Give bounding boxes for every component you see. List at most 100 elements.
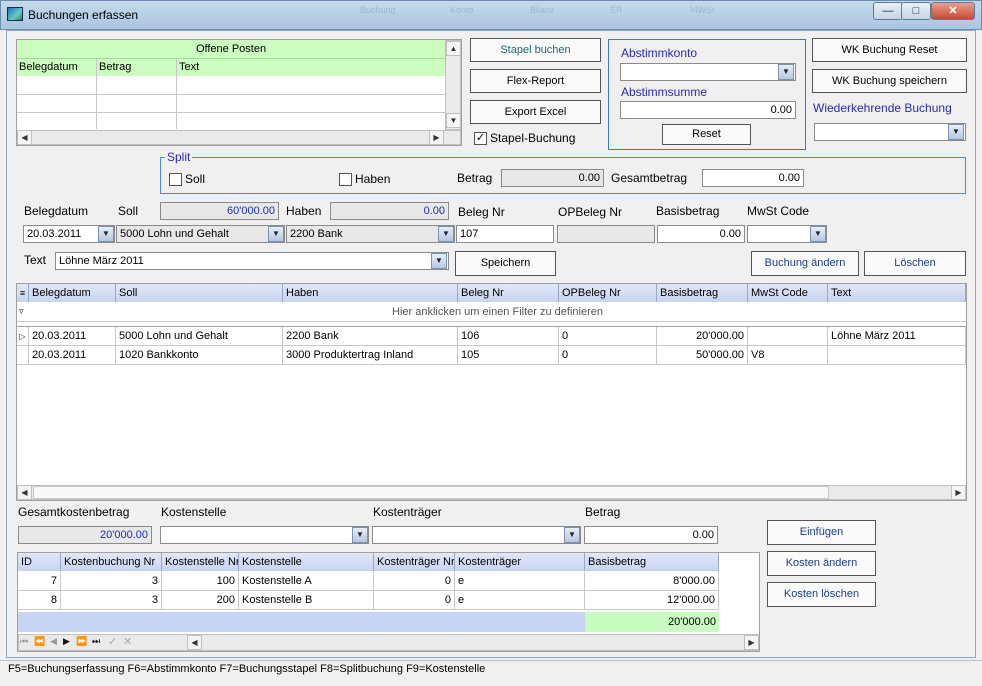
table-cell[interactable] bbox=[748, 327, 828, 346]
op-scroll-right-icon[interactable]: ▶ bbox=[429, 130, 444, 145]
kcol-kostenbuchung-nr[interactable]: Kostenbuchung Nr bbox=[61, 553, 162, 571]
col-mwst[interactable]: MwSt Code bbox=[748, 284, 828, 302]
kosten-loeschen-button[interactable]: Kosten löschen bbox=[767, 582, 876, 607]
kosten-aendern-button[interactable]: Kosten ändern bbox=[767, 551, 876, 576]
grid-menu-icon[interactable]: ≡ bbox=[17, 284, 29, 302]
row-indicator-icon[interactable]: ▷ bbox=[17, 327, 29, 346]
wk-save-button[interactable]: WK Buchung speichern bbox=[812, 69, 967, 93]
kcol-basisbetrag[interactable]: Basisbetrag bbox=[585, 553, 719, 571]
table-cell[interactable]: Kostenstelle B bbox=[239, 591, 374, 610]
table-cell[interactable]: 12'000.00 bbox=[585, 591, 719, 610]
table-cell[interactable]: 0 bbox=[559, 327, 657, 346]
filter-hint[interactable]: Hier anklicken um einen Filter zu defini… bbox=[29, 306, 966, 318]
stapel-buchung-checkbox[interactable]: ✓ bbox=[474, 132, 487, 145]
table-cell[interactable] bbox=[828, 346, 966, 365]
abstimmkonto-dropdown-icon[interactable]: ▼ bbox=[778, 64, 794, 80]
table-cell[interactable]: e bbox=[455, 591, 585, 610]
close-button[interactable]: ✕ bbox=[931, 2, 975, 20]
wk-select[interactable] bbox=[814, 123, 966, 141]
table-cell[interactable]: e bbox=[455, 572, 585, 591]
kostentraeger-select[interactable] bbox=[372, 526, 581, 544]
kcol-kostenstelle-nr[interactable]: Kostenstelle Nr bbox=[162, 553, 239, 571]
table-cell[interactable]: 3000 Produktertrag Inland bbox=[283, 346, 458, 365]
table-cell[interactable]: 5000 Lohn und Gehalt bbox=[116, 327, 283, 346]
grid-scroll-right-icon[interactable]: ▶ bbox=[951, 485, 966, 500]
op-hscrollbar[interactable] bbox=[17, 130, 461, 145]
op-scroll-up-icon[interactable]: ▲ bbox=[446, 41, 461, 56]
col-soll[interactable]: Soll bbox=[116, 284, 283, 302]
table-cell[interactable]: 100 bbox=[162, 572, 239, 591]
kcol-kostenstelle[interactable]: Kostenstelle bbox=[239, 553, 374, 571]
nav-cancel-icon[interactable]: ✕ bbox=[123, 635, 132, 648]
kcol-kostentraeger-nr[interactable]: Kostenträger Nr bbox=[374, 553, 455, 571]
col-belegdatum[interactable]: Belegdatum bbox=[29, 284, 116, 302]
soll-dropdown-icon[interactable]: ▼ bbox=[268, 226, 284, 242]
table-cell[interactable]: 0 bbox=[559, 346, 657, 365]
row-indicator[interactable] bbox=[17, 346, 29, 365]
table-cell[interactable]: 200 bbox=[162, 591, 239, 610]
table-cell[interactable]: 20'000.00 bbox=[657, 327, 748, 346]
haben-select[interactable]: 2200 Bank bbox=[286, 225, 455, 243]
table-cell[interactable]: Löhne März 2011 bbox=[828, 327, 966, 346]
table-cell[interactable]: 3 bbox=[61, 591, 162, 610]
filter-icon[interactable]: ▿ bbox=[19, 306, 24, 317]
kostenstelle-select[interactable] bbox=[160, 526, 369, 544]
split-haben-checkbox[interactable] bbox=[339, 173, 352, 186]
speichern-button[interactable]: Speichern bbox=[455, 251, 556, 276]
table-cell[interactable]: 7 bbox=[18, 572, 61, 591]
abstimmsumme-input[interactable]: 0.00 bbox=[620, 101, 796, 119]
kosten-scroll-left-icon[interactable]: ◀ bbox=[187, 635, 202, 650]
table-cell[interactable]: V8 bbox=[748, 346, 828, 365]
abstimmkonto-select[interactable] bbox=[620, 63, 796, 81]
table-cell[interactable]: 0 bbox=[374, 572, 455, 591]
col-opbelegnr[interactable]: OPBeleg Nr bbox=[559, 284, 657, 302]
haben-dropdown-icon[interactable]: ▼ bbox=[438, 226, 454, 242]
kostentraeger-dropdown-icon[interactable]: ▼ bbox=[564, 527, 580, 543]
col-basisbetrag[interactable]: Basisbetrag bbox=[657, 284, 748, 302]
kcol-kostentraeger[interactable]: Kostenträger bbox=[455, 553, 585, 571]
table-cell[interactable]: 1020 Bankkonto bbox=[116, 346, 283, 365]
table-cell[interactable]: 2200 Bank bbox=[283, 327, 458, 346]
table-cell[interactable]: 8'000.00 bbox=[585, 572, 719, 591]
einfuegen-button[interactable]: Einfügen bbox=[767, 520, 876, 545]
col-haben[interactable]: Haben bbox=[283, 284, 458, 302]
table-cell[interactable]: 20.03.2011 bbox=[29, 346, 116, 365]
text-dropdown-icon[interactable]: ▼ bbox=[431, 253, 447, 269]
split-betrag-input[interactable]: 0.00 bbox=[501, 169, 604, 187]
split-gesamt-input[interactable]: 0.00 bbox=[702, 169, 804, 187]
nav-confirm-icon[interactable]: ✓ bbox=[108, 635, 117, 648]
abstimm-reset-button[interactable]: Reset bbox=[662, 124, 751, 145]
table-cell[interactable]: 106 bbox=[458, 327, 559, 346]
basisbetrag-input[interactable]: 0.00 bbox=[657, 225, 745, 243]
maximize-button[interactable]: □ bbox=[901, 2, 931, 20]
minimize-button[interactable]: — bbox=[873, 2, 903, 20]
nav-last-icon[interactable]: ⏭ bbox=[92, 636, 100, 647]
nav-first-icon[interactable]: ⏮ bbox=[20, 636, 28, 647]
table-cell[interactable]: 105 bbox=[458, 346, 559, 365]
soll-select[interactable]: 5000 Lohn und Gehalt bbox=[116, 225, 285, 243]
split-soll-checkbox[interactable] bbox=[169, 173, 182, 186]
mwst-dropdown-icon[interactable]: ▼ bbox=[810, 226, 826, 242]
grid-scroll-left-icon[interactable]: ◀ bbox=[17, 485, 32, 500]
table-cell[interactable]: Kostenstelle A bbox=[239, 572, 374, 591]
table-cell[interactable]: 50'000.00 bbox=[657, 346, 748, 365]
table-cell[interactable]: 3 bbox=[61, 572, 162, 591]
belegnr-input[interactable]: 107 bbox=[456, 225, 554, 243]
table-cell[interactable]: 0 bbox=[374, 591, 455, 610]
wk-reset-button[interactable]: WK Buchung Reset bbox=[812, 38, 967, 62]
kosten-betrag-input[interactable]: 0.00 bbox=[584, 526, 718, 544]
belegdatum-dropdown-icon[interactable]: ▼ bbox=[98, 226, 114, 242]
grid-scroll-thumb[interactable] bbox=[33, 486, 829, 499]
flex-report-button[interactable]: Flex-Report bbox=[470, 69, 601, 93]
wk-dropdown-icon[interactable]: ▼ bbox=[948, 124, 964, 140]
nav-next-icon[interactable]: ▶ bbox=[63, 636, 70, 647]
col-text[interactable]: Text bbox=[828, 284, 966, 302]
buchung-aendern-button[interactable]: Buchung ändern bbox=[751, 251, 859, 276]
stapel-buchen-button[interactable]: Stapel buchen bbox=[470, 38, 601, 62]
loeschen-button[interactable]: Löschen bbox=[864, 251, 966, 276]
op-scroll-left-icon[interactable]: ◀ bbox=[17, 130, 32, 145]
nav-next-page-icon[interactable]: ⏩ bbox=[76, 636, 87, 647]
nav-prev-icon[interactable]: ◀ bbox=[50, 636, 57, 647]
col-belegnr[interactable]: Beleg Nr bbox=[458, 284, 559, 302]
text-input[interactable]: Löhne März 2011 bbox=[55, 252, 449, 270]
